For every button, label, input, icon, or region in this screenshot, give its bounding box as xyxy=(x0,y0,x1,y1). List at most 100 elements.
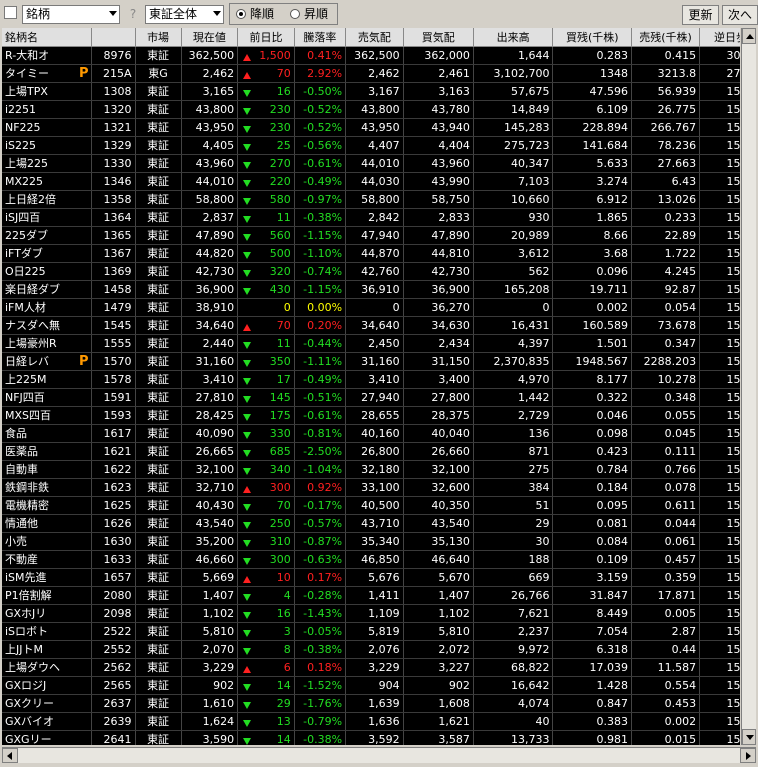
scroll-down-button[interactable] xyxy=(742,729,756,745)
cell-name[interactable]: 情通他 xyxy=(2,514,92,533)
table-row[interactable]: R-大和オ 8976 東証 362,500 1,500 0.41% 362,500 362,0… xyxy=(2,46,740,65)
cell-name[interactable]: 上JJトM xyxy=(2,640,92,659)
cell-name[interactable]: 上場ダウヘ xyxy=(2,658,92,677)
cell-name[interactable]: 食品 xyxy=(2,424,92,443)
cell-name[interactable]: 上日経2倍 xyxy=(2,190,92,209)
chevron-down-icon[interactable] xyxy=(109,11,117,16)
table-row[interactable]: GXクリー 2637 東証 1,610 29 -1.76% 1,639 1,608 4,074 0… xyxy=(2,694,740,713)
cell-name[interactable]: R-大和オ xyxy=(2,46,92,65)
sort-asc-label[interactable]: 昇順 xyxy=(304,7,328,21)
table-row[interactable]: タイミー P 215A 東G 2,462 70 2.92% 2,462 2,461 3,102,7… xyxy=(2,64,740,83)
table-row[interactable]: iFM人材 1479 東証 38,910 0 0.00% 0 36,270 0 0.002 0.05… xyxy=(2,298,740,317)
col-header-margin-buy[interactable]: 買残(千株) xyxy=(552,28,633,47)
table-row[interactable]: iS225 1329 東証 4,405 25 -0.56% 4,407 4,404 275,72… xyxy=(2,136,740,155)
table-row[interactable]: 上日経2倍 1358 東証 58,800 580 -0.97% 58,800 58,750 10… xyxy=(2,190,740,209)
table-row[interactable]: i2251 1320 東証 43,800 230 -0.52% 43,800 43,780 14… xyxy=(2,100,740,119)
cell-name[interactable]: 上225M xyxy=(2,370,92,389)
cell-name[interactable]: iS225 xyxy=(2,136,92,155)
table-row[interactable]: MX225 1346 東証 44,010 220 -0.49% 44,030 43,990 7,… xyxy=(2,172,740,191)
cell-name[interactable]: タイミー P xyxy=(2,64,92,83)
col-header-rate[interactable]: 騰落率 xyxy=(294,28,347,47)
sort-desc-label[interactable]: 降順 xyxy=(250,7,274,21)
cell-name[interactable]: MX225 xyxy=(2,172,92,191)
table-row[interactable]: 食品 1617 東証 40,090 330 -0.81% 40,160 40,040 136 0.… xyxy=(2,424,740,443)
chevron-down-icon[interactable] xyxy=(213,11,221,16)
table-row[interactable]: 小売 1630 東証 35,200 310 -0.87% 35,340 35,130 30 0.0… xyxy=(2,532,740,551)
table-row[interactable]: 鉄鋼非鉄 1623 東証 32,710 300 0.92% 33,100 32,600 384 0… xyxy=(2,478,740,497)
cell-name[interactable]: NF225 xyxy=(2,118,92,137)
cell-name[interactable]: 上場225 xyxy=(2,154,92,173)
table-row[interactable]: iSロボト 2522 東証 5,810 3 -0.05% 5,819 5,810 2,237 7.… xyxy=(2,622,740,641)
cell-name[interactable]: iSロボト xyxy=(2,622,92,641)
col-header-market[interactable]: 市場 xyxy=(135,28,182,47)
table-row[interactable]: GXGリー 2641 東証 3,590 14 -0.38% 3,592 3,587 13,733… xyxy=(2,730,740,745)
table-row[interactable]: 医薬品 1621 東証 26,665 685 -2.50% 26,800 26,660 871 0… xyxy=(2,442,740,461)
table-row[interactable]: GXバイオ 2639 東証 1,624 13 -0.79% 1,636 1,621 40 0.38… xyxy=(2,712,740,731)
cell-name[interactable]: ナスダへ無 xyxy=(2,316,92,335)
scroll-right-button[interactable] xyxy=(740,748,756,763)
table-row[interactable]: 楽日経ダブ 1458 東証 36,900 430 -1.15% 36,910 36,900 16… xyxy=(2,280,740,299)
help-icon[interactable]: ? xyxy=(124,5,142,24)
cell-name[interactable]: 小売 xyxy=(2,532,92,551)
table-row[interactable]: iSJ四百 1364 東証 2,837 11 -0.38% 2,842 2,833 930 1.8… xyxy=(2,208,740,227)
table-row[interactable]: MXS四百 1593 東証 28,425 175 -0.61% 28,655 28,375 2,… xyxy=(2,406,740,425)
symbol-field[interactable]: 銘柄 xyxy=(22,5,120,24)
table-row[interactable]: 上場豪州R 1555 東証 2,440 11 -0.44% 2,450 2,434 4,397 1… xyxy=(2,334,740,353)
cell-name[interactable]: 自動車 xyxy=(2,460,92,479)
table-row[interactable]: 225ダブ 1365 東証 47,890 560 -1.15% 47,940 47,890 20… xyxy=(2,226,740,245)
cell-name[interactable]: iFM人材 xyxy=(2,298,92,317)
table-row[interactable]: 上225M 1578 東証 3,410 17 -0.49% 3,410 3,400 4,970 8… xyxy=(2,370,740,389)
refresh-button[interactable]: 更新 xyxy=(682,5,719,25)
cell-name[interactable]: O日225 xyxy=(2,262,92,281)
table-row[interactable]: P1倍割解 2080 東証 1,407 4 -0.28% 1,411 1,407 26,766 3… xyxy=(2,586,740,605)
cell-name[interactable]: NFJ四百 xyxy=(2,388,92,407)
col-header-code[interactable] xyxy=(91,28,136,47)
vertical-scrollbar[interactable] xyxy=(741,28,756,745)
cell-name[interactable]: 225ダブ xyxy=(2,226,92,245)
col-header-volume[interactable]: 出来高 xyxy=(473,28,554,47)
col-header-bid[interactable]: 買気配 xyxy=(403,28,474,47)
scroll-up-button[interactable] xyxy=(742,28,756,44)
cell-name[interactable]: iFTダブ xyxy=(2,244,92,263)
cell-name[interactable]: 鉄鋼非鉄 xyxy=(2,478,92,497)
table-row[interactable]: 自動車 1622 東証 32,100 340 -1.04% 32,180 32,100 275 0… xyxy=(2,460,740,479)
cell-name[interactable]: iSM先進 xyxy=(2,568,92,587)
col-header-change[interactable]: 前日比 xyxy=(237,28,295,47)
table-row[interactable]: NFJ四百 1591 東証 27,810 145 -0.51% 27,940 27,800 1,… xyxy=(2,388,740,407)
table-row[interactable]: 電機精密 1625 東証 40,430 70 -0.17% 40,500 40,350 51 0.… xyxy=(2,496,740,515)
col-header-margin-sell[interactable]: 売残(千株) xyxy=(631,28,701,47)
cell-name[interactable]: 不動産 xyxy=(2,550,92,569)
cell-name[interactable]: MXS四百 xyxy=(2,406,92,425)
table-row[interactable]: ナスダへ無 1545 東証 34,640 70 0.20% 34,640 34,630 16,4… xyxy=(2,316,740,335)
scroll-left-button[interactable] xyxy=(2,748,18,763)
cell-name[interactable]: 日経レバ P xyxy=(2,352,92,371)
sort-asc-radio[interactable] xyxy=(290,9,300,19)
cell-name[interactable]: GXロジJ xyxy=(2,676,92,695)
table-row[interactable]: 不動産 1633 東証 46,660 300 -0.63% 46,850 46,640 188 0… xyxy=(2,550,740,569)
table-row[interactable]: NF225 1321 東証 43,950 230 -0.52% 43,950 43,940 14… xyxy=(2,118,740,137)
table-row[interactable]: 上場225 1330 東証 43,960 270 -0.61% 44,010 43,960 40… xyxy=(2,154,740,173)
table-row[interactable]: 情通他 1626 東証 43,540 250 -0.57% 43,710 43,540 29 0.… xyxy=(2,514,740,533)
cell-name[interactable]: GXホJリ xyxy=(2,604,92,623)
cell-name[interactable]: 医薬品 xyxy=(2,442,92,461)
cell-name[interactable]: P1倍割解 xyxy=(2,586,92,605)
table-row[interactable]: O日225 1369 東証 42,730 320 -0.74% 42,760 42,730 56… xyxy=(2,262,740,281)
col-header-price[interactable]: 現在値 xyxy=(181,28,239,47)
select-all-checkbox[interactable] xyxy=(4,6,17,19)
table-row[interactable]: 上場ダウヘ 2562 東証 3,229 6 0.18% 3,229 3,227 68,822 17… xyxy=(2,658,740,677)
sort-desc-radio[interactable] xyxy=(236,9,246,19)
table-row[interactable]: GXホJリ 2098 東証 1,102 16 -1.43% 1,109 1,102 7,621 8… xyxy=(2,604,740,623)
col-header-gyakuhibu[interactable]: 逆日歩 xyxy=(699,28,740,47)
cell-name[interactable]: iSJ四百 xyxy=(2,208,92,227)
table-row[interactable]: GXロジJ 2565 東証 902 14 -1.52% 904 902 16,642 1.428 0… xyxy=(2,676,740,695)
next-button[interactable]: 次へ xyxy=(722,5,758,25)
cell-name[interactable]: 上場豪州R xyxy=(2,334,92,353)
cell-name[interactable]: GXバイオ xyxy=(2,712,92,731)
cell-name[interactable]: GXGリー xyxy=(2,730,92,745)
table-row[interactable]: 上JJトM 2552 東証 2,070 8 -0.38% 2,076 2,072 9,972 6.… xyxy=(2,640,740,659)
market-select[interactable]: 東証全体 xyxy=(145,5,224,24)
cell-name[interactable]: GXクリー xyxy=(2,694,92,713)
table-row[interactable]: 日経レバ P 1570 東証 31,160 350 -1.11% 31,160 31,150 2,… xyxy=(2,352,740,371)
table-row[interactable]: 上場TPX 1308 東証 3,165 16 -0.50% 3,167 3,163 57,675… xyxy=(2,82,740,101)
col-header-ask[interactable]: 売気配 xyxy=(345,28,404,47)
